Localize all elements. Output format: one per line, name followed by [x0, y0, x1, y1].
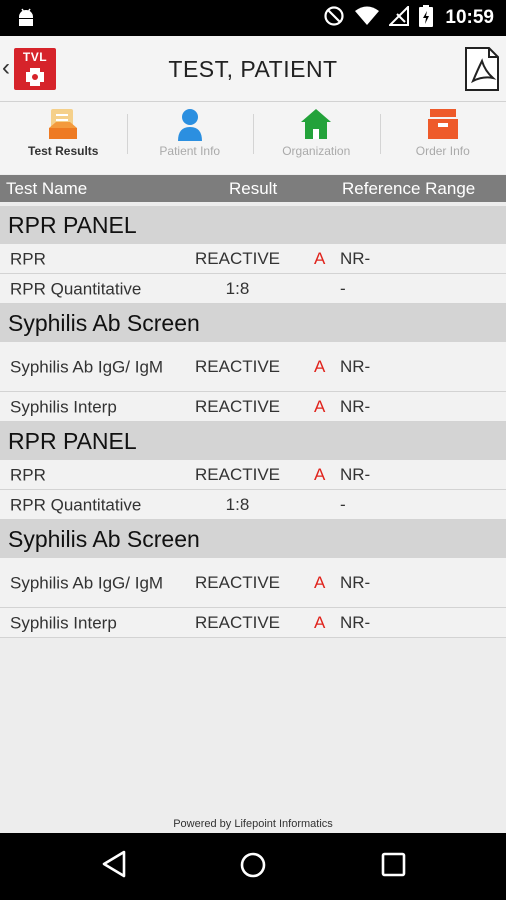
test-result: REACTIVE	[194, 612, 281, 632]
house-icon	[299, 108, 333, 145]
abnormal-flag: A	[314, 248, 326, 268]
tab-bar: Test Results Patient Info Organization O…	[0, 102, 506, 174]
table-header: Test Name Result Reference Range	[0, 175, 506, 202]
abnormal-flag: A	[314, 464, 326, 484]
test-name: Syphilis Ab IgG/ IgM	[10, 573, 164, 592]
test-name: Syphilis Interp	[10, 397, 117, 416]
table-row[interactable]: Syphilis Interp REACTIVE A NR-	[0, 392, 506, 422]
home-icon[interactable]	[239, 851, 267, 884]
do-not-disturb-icon	[323, 5, 345, 32]
tab-organization[interactable]: Organization	[253, 102, 380, 174]
table-row[interactable]: Syphilis Ab IgG/ IgM REACTIVE A NR-	[0, 342, 506, 392]
wifi-icon	[355, 6, 380, 31]
table-row[interactable]: RPR REACTIVE A NR-	[0, 460, 506, 490]
test-result: 1:8	[225, 494, 250, 514]
powered-by-footer: Powered by Lifepoint Informatics	[173, 818, 333, 830]
column-reference-range: Reference Range	[342, 179, 476, 198]
navigation-bar	[0, 833, 506, 900]
order-box-icon	[427, 108, 459, 145]
table-row[interactable]: RPR Quantitative 1:8 -	[0, 274, 506, 304]
test-name: Syphilis Ab IgG/ IgM	[10, 357, 164, 376]
section-header: RPR PANEL	[0, 422, 506, 460]
clock-time: 10:59	[445, 7, 494, 28]
test-name: RPR Quantitative	[10, 495, 142, 514]
table-row[interactable]: Syphilis Ab IgG/ IgM REACTIVE A NR-	[0, 558, 506, 608]
reference-range: NR-	[340, 356, 371, 376]
patient-name-title: TEST, PATIENT	[168, 56, 338, 82]
reference-range: NR-	[340, 612, 371, 632]
tab-label: Organization	[282, 144, 351, 158]
test-name: RPR Quantitative	[10, 279, 142, 298]
battery-icon	[419, 4, 434, 32]
section-header: RPR PANEL	[0, 206, 506, 244]
test-results-icon	[48, 108, 78, 145]
signal-icon	[387, 4, 410, 31]
reference-range: -	[340, 494, 346, 514]
person-icon	[177, 108, 203, 147]
tab-patient-info[interactable]: Patient Info	[126, 102, 254, 174]
results-list: RPR PANEL RPR REACTIVE A NR- RPR Quantit…	[0, 206, 506, 638]
abnormal-flag: A	[314, 572, 326, 592]
test-result: REACTIVE	[194, 572, 281, 592]
tab-order-info[interactable]: Order Info	[379, 102, 506, 174]
tab-label: Order Info	[415, 144, 470, 158]
column-result: Result	[229, 179, 278, 198]
reference-range: NR-	[340, 572, 371, 592]
table-row[interactable]: RPR REACTIVE A NR-	[0, 244, 506, 274]
test-result: REACTIVE	[194, 248, 281, 268]
table-row[interactable]: RPR Quantitative 1:8 -	[0, 490, 506, 520]
test-name: Syphilis Interp	[10, 613, 117, 632]
abnormal-flag: A	[314, 612, 326, 632]
reference-range: NR-	[340, 248, 371, 268]
status-bar: 10:59	[0, 0, 506, 36]
tab-label: Patient Info	[159, 144, 221, 158]
table-row[interactable]: Syphilis Interp REACTIVE A NR-	[0, 608, 506, 638]
reference-range: NR-	[340, 396, 371, 416]
test-result: REACTIVE	[194, 356, 281, 376]
recent-apps-icon[interactable]	[381, 852, 407, 883]
test-result: REACTIVE	[194, 396, 281, 416]
test-name: RPR	[10, 465, 46, 484]
pdf-icon[interactable]	[465, 47, 499, 96]
test-name: RPR	[10, 249, 46, 268]
back-chevron-icon[interactable]: ‹	[2, 54, 10, 82]
column-test-name: Test Name	[6, 179, 88, 198]
section-header: Syphilis Ab Screen	[0, 304, 506, 342]
tab-test-results[interactable]: Test Results	[0, 102, 127, 174]
back-icon[interactable]	[100, 849, 128, 884]
android-icon	[16, 7, 36, 34]
test-result: REACTIVE	[194, 464, 281, 484]
tab-label: Test Results	[28, 144, 99, 158]
reference-range: -	[340, 278, 346, 298]
test-result: 1:8	[225, 278, 250, 298]
reference-range: NR-	[340, 464, 371, 484]
abnormal-flag: A	[314, 356, 326, 376]
section-header: Syphilis Ab Screen	[0, 520, 506, 558]
app-header: ‹ TVL TEST, PATIENT	[0, 36, 506, 102]
app-logo[interactable]: TVL	[14, 48, 56, 90]
abnormal-flag: A	[314, 396, 326, 416]
